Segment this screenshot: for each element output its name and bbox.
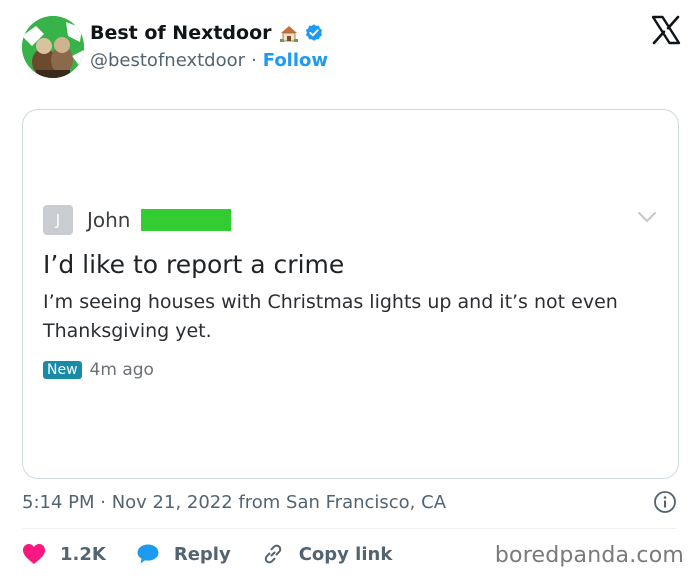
verified-badge-icon — [305, 24, 322, 41]
divider — [22, 528, 677, 529]
post-author-row: J John — [43, 205, 231, 235]
handle[interactable]: @bestofnextdoor — [90, 50, 245, 71]
like-button[interactable]: 1.2K — [22, 543, 106, 565]
like-count: 1.2K — [60, 543, 106, 565]
redaction-bar — [140, 209, 231, 231]
embedded-screenshot[interactable]: J John I’d like to report a crime I’m se… — [22, 109, 679, 479]
post-title: I’d like to report a crime — [43, 250, 345, 279]
post-time-ago: 4m ago — [89, 360, 154, 380]
post-meta: New 4m ago — [43, 360, 154, 380]
tweet-timestamp-row: 5:14 PM · Nov 21, 2022 from San Francisc… — [22, 488, 677, 516]
tweet-header: Best of Nextdoor @bestofnextdoor · Follo… — [22, 14, 682, 80]
x-logo-icon[interactable] — [650, 14, 682, 46]
reply-label: Reply — [173, 543, 231, 565]
display-name[interactable]: Best of Nextdoor — [90, 22, 272, 44]
separator-dot: · — [251, 49, 257, 71]
copy-link-button[interactable]: Copy link — [261, 542, 393, 566]
link-icon — [264, 544, 281, 564]
reply-bubble-icon — [137, 544, 159, 564]
post-body: I’m seeing houses with Christmas lights … — [43, 291, 618, 342]
post-author: John — [87, 208, 131, 232]
tweet-actions: 1.2K Reply Copy link — [22, 540, 422, 568]
info-icon[interactable] — [653, 490, 677, 514]
reply-button[interactable]: Reply — [136, 543, 231, 565]
new-badge: New — [43, 361, 82, 379]
chevron-down-icon — [638, 212, 656, 223]
copy-link-label: Copy link — [298, 543, 393, 565]
author-initial-badge: J — [43, 205, 73, 235]
profile-avatar[interactable] — [22, 16, 84, 78]
follow-button[interactable]: Follow — [263, 50, 328, 71]
heart-icon — [23, 544, 45, 564]
tweet-timestamp[interactable]: 5:14 PM · Nov 21, 2022 from San Francisc… — [22, 492, 446, 513]
watermark: boredpanda.com — [494, 543, 684, 568]
house-emoji-icon — [278, 23, 299, 43]
